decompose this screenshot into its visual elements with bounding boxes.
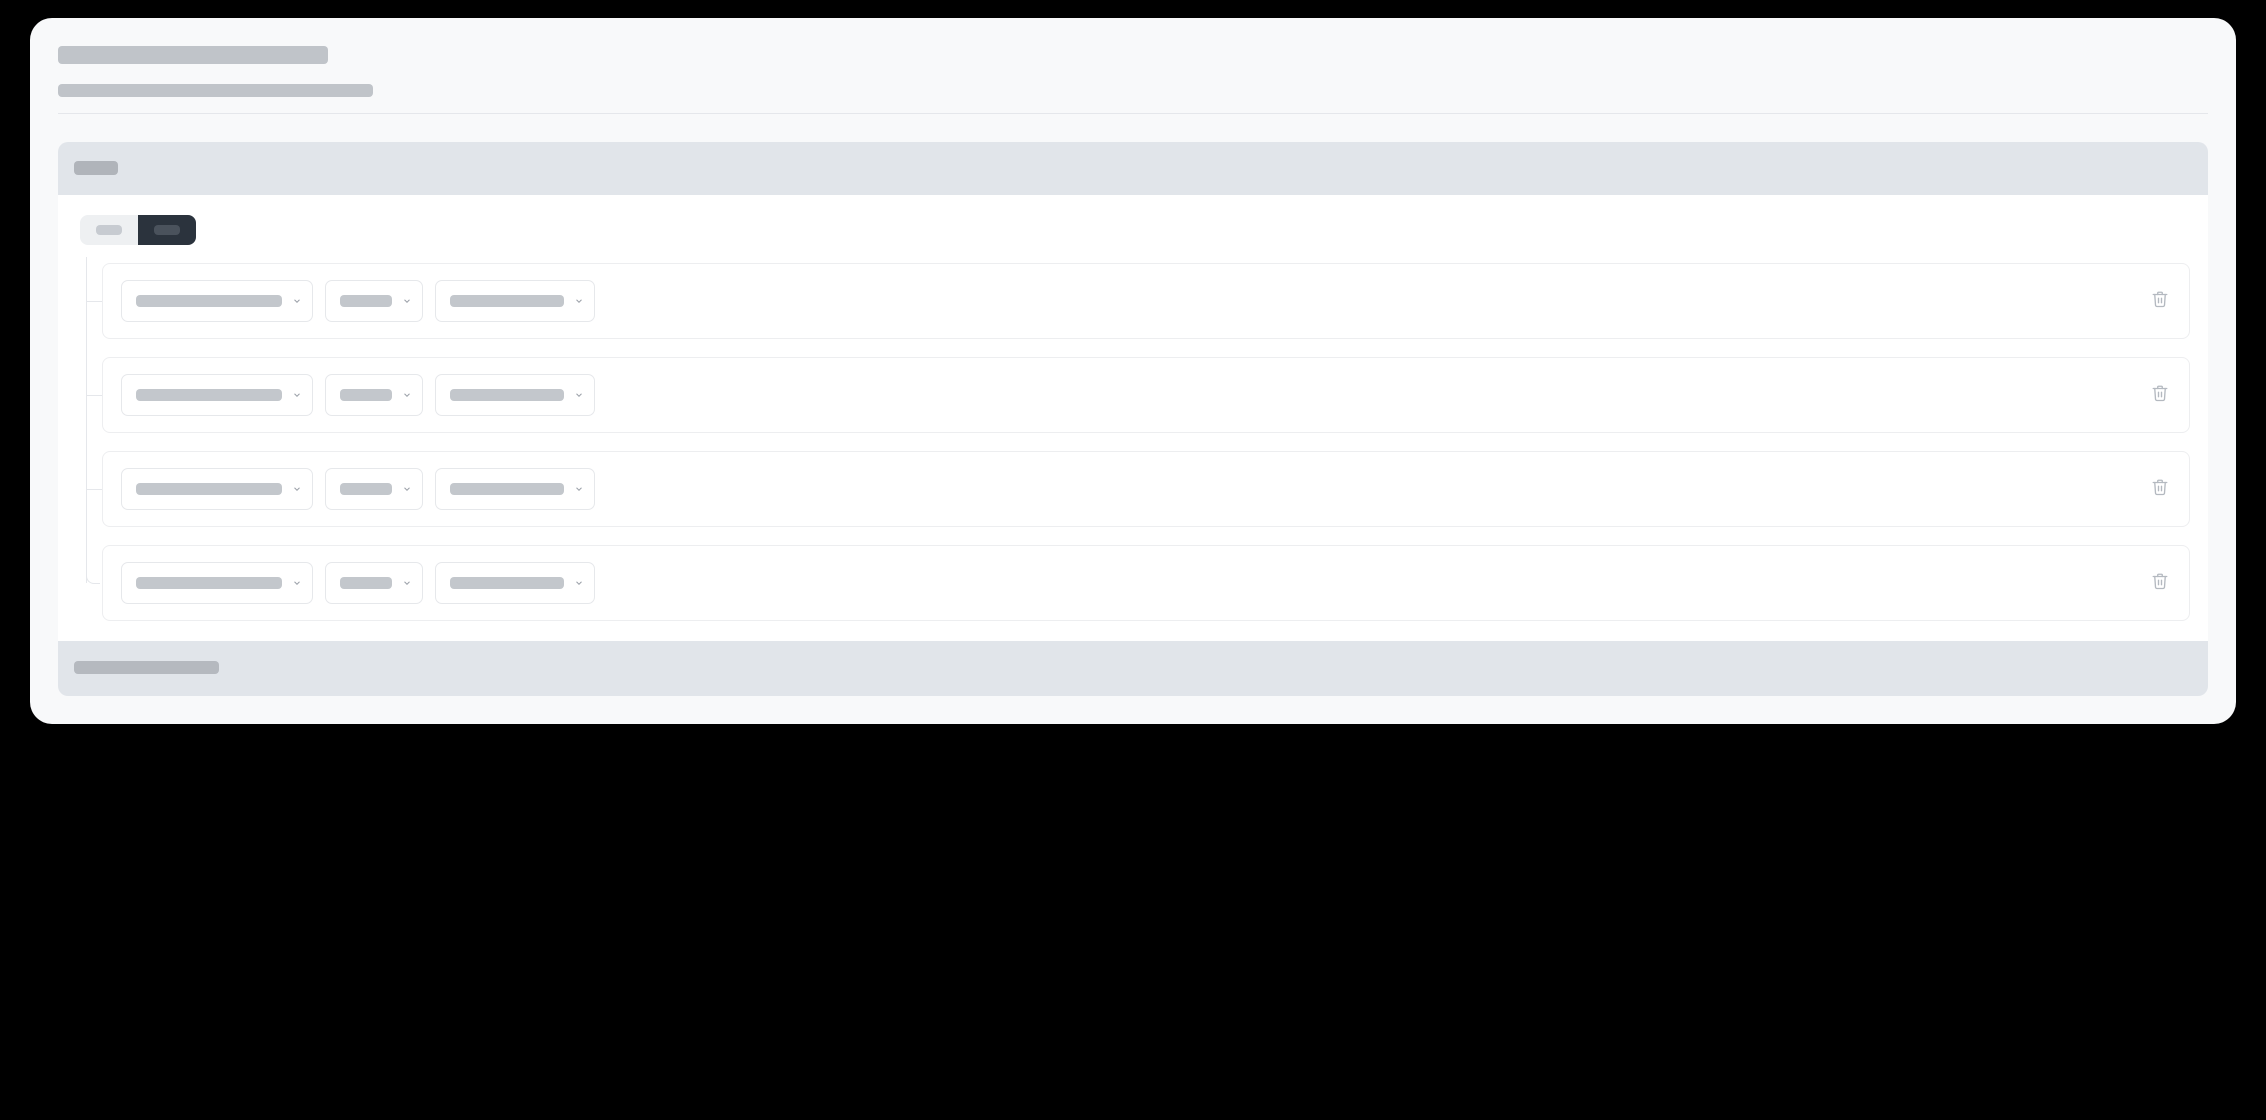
rule-row: [102, 545, 2190, 621]
delete-rule-button[interactable]: [2149, 290, 2171, 312]
trash-icon: [2151, 384, 2169, 406]
page-title: [58, 46, 328, 64]
logic-toggle-option-0[interactable]: [80, 215, 138, 245]
trash-icon: [2151, 290, 2169, 312]
rule-operator-select[interactable]: [325, 280, 423, 322]
chevron-down-icon: [402, 390, 412, 400]
rule-row-container: [102, 357, 2190, 433]
chevron-down-icon: [402, 578, 412, 588]
chevron-down-icon: [402, 484, 412, 494]
rule-field-select[interactable]: [121, 468, 313, 510]
rule-value-select[interactable]: [435, 468, 595, 510]
rule-operator-select[interactable]: [325, 374, 423, 416]
tree-guide-horizontal: [86, 395, 102, 396]
trash-icon: [2151, 572, 2169, 594]
rules-card: [58, 142, 2208, 696]
tree-guide-horizontal: [86, 301, 102, 302]
chevron-down-icon: [574, 296, 584, 306]
card-body: [58, 195, 2208, 641]
chevron-down-icon: [292, 390, 302, 400]
rule-row-container: [102, 451, 2190, 527]
chevron-down-icon: [402, 296, 412, 306]
rule-row: [102, 451, 2190, 527]
chevron-down-icon: [292, 578, 302, 588]
delete-rule-button[interactable]: [2149, 572, 2171, 594]
delete-rule-button[interactable]: [2149, 384, 2171, 406]
delete-rule-button[interactable]: [2149, 478, 2171, 500]
card-header-label: [74, 161, 118, 175]
rule-row-container: [102, 545, 2190, 621]
logic-toggle-option-1[interactable]: [138, 215, 196, 245]
tree-guide-elbow: [86, 570, 100, 584]
rule-field-select[interactable]: [121, 280, 313, 322]
rule-row: [102, 263, 2190, 339]
rule-operator-select[interactable]: [325, 468, 423, 510]
chevron-down-icon: [574, 578, 584, 588]
rule-field-select[interactable]: [121, 374, 313, 416]
card-footer: [58, 641, 2208, 696]
chevron-down-icon: [574, 484, 584, 494]
page-header: [58, 46, 2208, 114]
rule-field-select[interactable]: [121, 562, 313, 604]
chevron-down-icon: [292, 296, 302, 306]
card-footer-label: [74, 661, 219, 674]
card-header: [58, 142, 2208, 195]
page-subtitle: [58, 84, 373, 97]
logic-toggle: [80, 215, 196, 245]
rule-row: [102, 357, 2190, 433]
rules-list: [76, 263, 2190, 621]
chevron-down-icon: [292, 484, 302, 494]
rule-value-select[interactable]: [435, 374, 595, 416]
main-panel: [30, 18, 2236, 724]
trash-icon: [2151, 478, 2169, 500]
tree-guide-horizontal: [86, 489, 102, 490]
rule-operator-select[interactable]: [325, 562, 423, 604]
rule-value-select[interactable]: [435, 280, 595, 322]
rule-row-container: [102, 263, 2190, 339]
rule-value-select[interactable]: [435, 562, 595, 604]
chevron-down-icon: [574, 390, 584, 400]
tree-guide-vertical: [86, 257, 87, 583]
